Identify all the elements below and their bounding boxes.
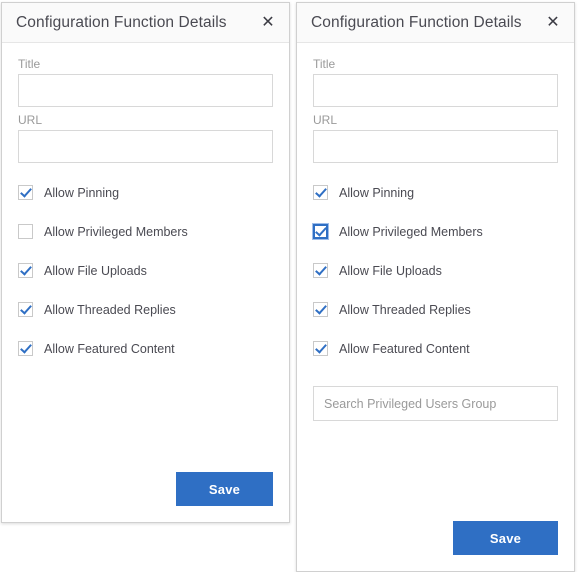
dialog-footer-left: Save <box>2 472 289 522</box>
save-button-left[interactable]: Save <box>176 472 273 506</box>
checkbox-row-allow-featured-content-left[interactable]: Allow Featured Content <box>18 341 273 356</box>
checkbox-label-allow-file-uploads-right: Allow File Uploads <box>339 263 442 278</box>
title-field-label-left: Title <box>18 57 41 71</box>
checkbox-allow-threaded-replies-right[interactable] <box>313 302 328 317</box>
search-privileged-users-group-input[interactable] <box>313 386 558 421</box>
save-button-right[interactable]: Save <box>453 521 558 555</box>
checkbox-row-allow-threaded-replies-left[interactable]: Allow Threaded Replies <box>18 302 273 317</box>
checkbox-label-allow-featured-content-left: Allow Featured Content <box>44 341 175 356</box>
dialog-body-left: Title URL Allow Pinning Allow Privileged… <box>2 43 289 472</box>
checkbox-row-allow-featured-content-right[interactable]: Allow Featured Content <box>313 341 558 356</box>
dialog-title-left: Configuration Function Details <box>16 13 227 31</box>
checkbox-allow-featured-content-right[interactable] <box>313 341 328 356</box>
checkbox-label-allow-featured-content-right: Allow Featured Content <box>339 341 470 356</box>
checkbox-label-allow-pinning-left: Allow Pinning <box>44 185 120 200</box>
checkbox-row-allow-file-uploads-right[interactable]: Allow File Uploads <box>313 263 558 278</box>
checkbox-label-allow-privileged-members-left: Allow Privileged Members <box>44 224 188 239</box>
checkbox-label-allow-file-uploads-left: Allow File Uploads <box>44 263 147 278</box>
checkbox-row-allow-privileged-members-right[interactable]: Allow Privileged Members <box>313 224 558 239</box>
permissions-checkbox-list-left: Allow Pinning Allow Privileged Members A… <box>18 185 273 356</box>
url-field-group-right: URL <box>313 113 558 163</box>
dialog-header-left: Configuration Function Details ✕ <box>2 3 289 43</box>
dialog-footer-right: Save <box>297 521 574 571</box>
close-icon[interactable]: ✕ <box>544 14 562 32</box>
checkbox-allow-pinning-right[interactable] <box>313 185 328 200</box>
title-input-right[interactable] <box>313 74 558 107</box>
dialog-title-right: Configuration Function Details <box>311 13 522 31</box>
checkbox-row-allow-threaded-replies-right[interactable]: Allow Threaded Replies <box>313 302 558 317</box>
checkbox-label-allow-pinning-right: Allow Pinning <box>339 185 415 200</box>
title-input-left[interactable] <box>18 74 273 107</box>
checkbox-label-allow-threaded-replies-right: Allow Threaded Replies <box>339 302 471 317</box>
url-field-group-left: URL <box>18 113 273 163</box>
permissions-checkbox-list-right: Allow Pinning Allow Privileged Members A… <box>313 185 558 356</box>
url-input-right[interactable] <box>313 130 558 163</box>
dialog-body-right: Title URL Allow Pinning Allow Privileged… <box>297 43 574 521</box>
privileged-users-group-search-wrap <box>313 386 558 421</box>
checkbox-row-allow-file-uploads-left[interactable]: Allow File Uploads <box>18 263 273 278</box>
close-icon[interactable]: ✕ <box>259 14 277 32</box>
checkbox-row-allow-pinning-right[interactable]: Allow Pinning <box>313 185 558 200</box>
url-input-left[interactable] <box>18 130 273 163</box>
checkbox-allow-privileged-members-right[interactable] <box>313 224 328 239</box>
checkbox-allow-privileged-members-left[interactable] <box>18 224 33 239</box>
checkbox-label-allow-privileged-members-right: Allow Privileged Members <box>339 224 483 239</box>
checkbox-row-allow-pinning-left[interactable]: Allow Pinning <box>18 185 273 200</box>
checkbox-row-allow-privileged-members-left[interactable]: Allow Privileged Members <box>18 224 273 239</box>
checkbox-allow-file-uploads-left[interactable] <box>18 263 33 278</box>
url-field-label-right: URL <box>313 113 338 127</box>
checkbox-allow-featured-content-left[interactable] <box>18 341 33 356</box>
title-field-group-left: Title <box>18 57 273 107</box>
checkbox-allow-pinning-left[interactable] <box>18 185 33 200</box>
checkbox-allow-file-uploads-right[interactable] <box>313 263 328 278</box>
dialog-header-right: Configuration Function Details ✕ <box>297 3 574 43</box>
url-field-label-left: URL <box>18 113 43 127</box>
configuration-function-details-dialog-right: Configuration Function Details ✕ Title U… <box>296 2 575 572</box>
title-field-group-right: Title <box>313 57 558 107</box>
checkbox-label-allow-threaded-replies-left: Allow Threaded Replies <box>44 302 176 317</box>
configuration-function-details-dialog-left: Configuration Function Details ✕ Title U… <box>1 2 290 523</box>
checkbox-allow-threaded-replies-left[interactable] <box>18 302 33 317</box>
title-field-label-right: Title <box>313 57 336 71</box>
